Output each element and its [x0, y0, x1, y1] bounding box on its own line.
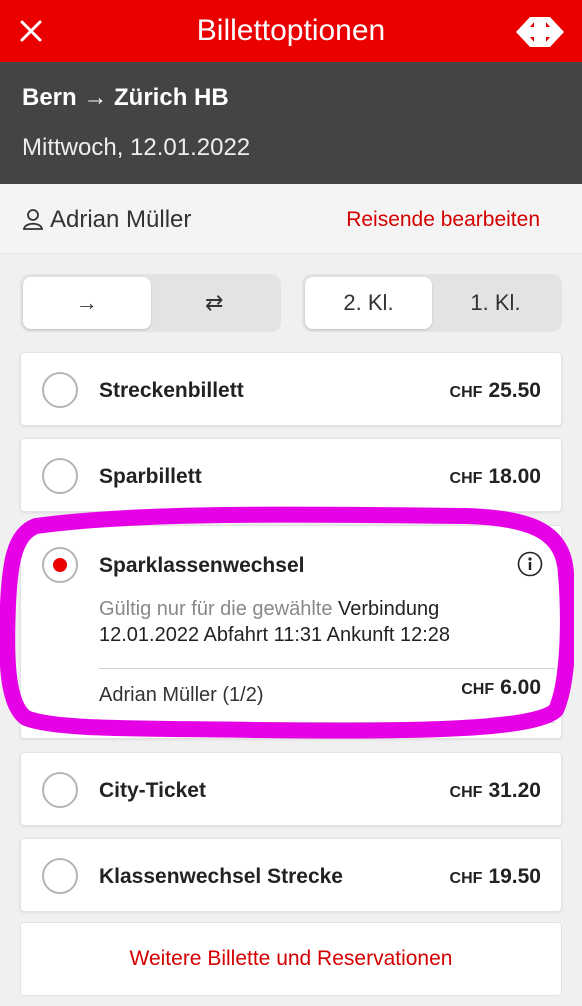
- ticket-option-klassenwechsel-strecke[interactable]: Klassenwechsel Strecke CHF 19.50: [20, 838, 562, 912]
- top-bar: Billettoptionen: [0, 0, 582, 62]
- route-header: Bern → Zürich HB Mittwoch, 12.01.2022: [0, 62, 582, 184]
- currency: CHF: [449, 870, 483, 887]
- traveler-row: Adrian Müller Reisende bearbeiten: [0, 184, 582, 254]
- more-tickets-button[interactable]: Weitere Billette und Reservationen: [20, 922, 562, 996]
- ticket-option-city-ticket[interactable]: City-Ticket CHF 31.20: [20, 752, 562, 826]
- option-title: Streckenbillett: [99, 379, 244, 402]
- edit-travelers-link[interactable]: Reisende bearbeiten: [346, 208, 540, 232]
- amount: 31.20: [488, 779, 541, 802]
- radio-button[interactable]: [42, 772, 78, 808]
- return-option[interactable]: ⇄: [151, 277, 279, 329]
- radio-button[interactable]: [42, 858, 78, 894]
- ticket-option-streckenbillett[interactable]: Streckenbillett CHF 25.50: [20, 352, 562, 426]
- option-price: CHF 18.00: [450, 465, 541, 489]
- route-date: Mittwoch, 12.01.2022: [22, 134, 251, 161]
- amount: 18.00: [488, 465, 541, 488]
- highlight-annotation: [0, 506, 574, 739]
- radio-button[interactable]: [42, 458, 78, 494]
- route-title: Bern → Zürich HB: [22, 84, 229, 111]
- radio-button[interactable]: [42, 372, 78, 408]
- sbb-logo-icon: [516, 17, 564, 47]
- second-class-option[interactable]: 2. Kl.: [305, 277, 432, 329]
- direction-toggle: → ⇄: [20, 274, 281, 332]
- page-title: Billettoptionen: [196, 14, 386, 47]
- currency: CHF: [449, 470, 483, 487]
- one-way-option[interactable]: →: [23, 277, 151, 329]
- amount: 25.50: [488, 379, 541, 402]
- class-toggle: 2. Kl. 1. Kl.: [302, 274, 562, 332]
- option-title: Sparbillett: [99, 465, 202, 488]
- option-price: CHF 19.50: [450, 865, 541, 889]
- ticket-option-sparbillett[interactable]: Sparbillett CHF 18.00: [20, 438, 562, 512]
- traveler-name: Adrian Müller: [50, 206, 192, 233]
- first-class-option[interactable]: 1. Kl.: [432, 277, 559, 329]
- option-title: Klassenwechsel Strecke: [99, 865, 343, 888]
- option-title: City-Ticket: [99, 779, 206, 802]
- currency: CHF: [449, 784, 483, 801]
- currency: CHF: [449, 384, 483, 401]
- option-price: CHF 25.50: [450, 379, 541, 403]
- person-icon: [22, 209, 44, 230]
- option-price: CHF 31.20: [450, 779, 541, 803]
- amount: 19.50: [488, 865, 541, 888]
